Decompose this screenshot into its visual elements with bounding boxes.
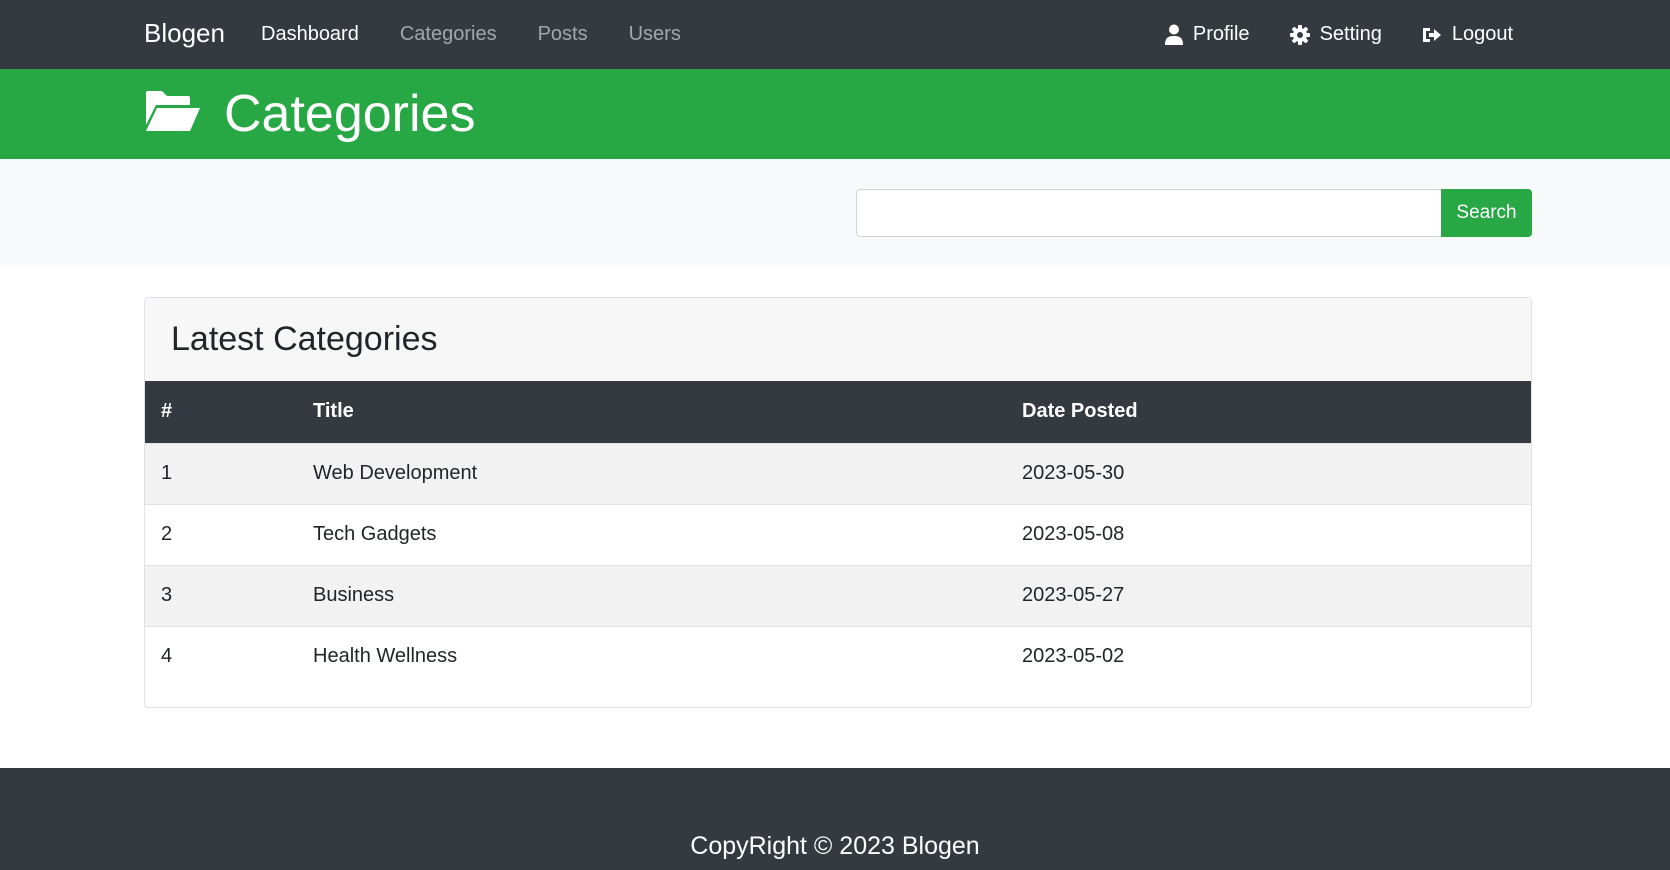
row-number: 4 xyxy=(145,625,313,687)
row-date: 2023-05-27 xyxy=(1022,564,1531,626)
nav-link-dashboard[interactable]: Dashboard xyxy=(261,23,359,46)
setting-label: Setting xyxy=(1319,23,1382,45)
nav-link-posts[interactable]: Posts xyxy=(538,23,588,46)
sign-out-icon xyxy=(1422,27,1441,42)
logout-label: Logout xyxy=(1451,23,1513,45)
page-footer: CopyRight © 2023 Blogen xyxy=(0,768,1670,870)
row-number: 3 xyxy=(145,564,313,626)
row-number: 2 xyxy=(145,503,313,565)
row-title: Health Wellness xyxy=(313,625,1022,687)
card-header: Latest Categories xyxy=(145,298,1531,381)
nav-link-users[interactable]: Users xyxy=(629,23,681,46)
copyright-text: CopyRight © 2023 Blogen xyxy=(690,832,980,860)
user-icon xyxy=(1164,24,1183,45)
column-header-number: # xyxy=(161,400,173,423)
column-header-title: Title xyxy=(313,400,354,423)
nav-link-profile[interactable]: Profile xyxy=(1164,23,1250,46)
folder-open-icon xyxy=(146,91,200,131)
table-row: 2 Tech Gadgets 2023-05-08 xyxy=(145,503,1531,565)
latest-categories-card: Latest Categories # Title Date Posted 1 … xyxy=(144,297,1532,708)
row-date: 2023-05-02 xyxy=(1022,625,1531,687)
profile-label: Profile xyxy=(1192,23,1250,45)
table-body: 1 Web Development 2023-05-30 2 Tech Gadg… xyxy=(145,442,1531,687)
row-date: 2023-05-08 xyxy=(1022,503,1531,565)
row-date: 2023-05-30 xyxy=(1022,442,1531,504)
column-header-date: Date Posted xyxy=(1022,400,1138,423)
categories-table: # Title Date Posted 1 Web Development 20… xyxy=(145,381,1531,687)
nav-link-setting[interactable]: Setting xyxy=(1289,23,1382,46)
search-section: Search xyxy=(0,159,1670,267)
table-header-row: # Title Date Posted xyxy=(145,381,1531,443)
top-navbar: Blogen Dashboard Categories Posts Users … xyxy=(0,0,1670,69)
row-title: Business xyxy=(313,564,1022,626)
table-header: # Title Date Posted xyxy=(145,381,1531,443)
brand-link[interactable]: Blogen xyxy=(144,18,225,49)
card-title: Latest Categories xyxy=(171,320,438,358)
row-title: Tech Gadgets xyxy=(313,503,1022,565)
row-number: 1 xyxy=(145,442,313,504)
page-header: Categories xyxy=(0,69,1670,159)
table-row: 4 Health Wellness 2023-05-02 xyxy=(145,625,1531,687)
row-title: Web Development xyxy=(313,442,1022,504)
gear-icon xyxy=(1289,24,1310,45)
account-nav: Profile Setting Logout xyxy=(1125,0,1513,69)
table-row: 3 Business 2023-05-27 xyxy=(145,564,1531,626)
primary-nav: Dashboard Categories Posts Users xyxy=(261,0,722,69)
nav-link-logout[interactable]: Logout xyxy=(1422,23,1513,46)
search-input[interactable] xyxy=(856,189,1441,237)
page-title: Categories xyxy=(224,85,476,143)
table-row: 1 Web Development 2023-05-30 xyxy=(145,442,1531,504)
search-button[interactable]: Search xyxy=(1441,189,1532,237)
nav-link-categories[interactable]: Categories xyxy=(400,23,497,46)
